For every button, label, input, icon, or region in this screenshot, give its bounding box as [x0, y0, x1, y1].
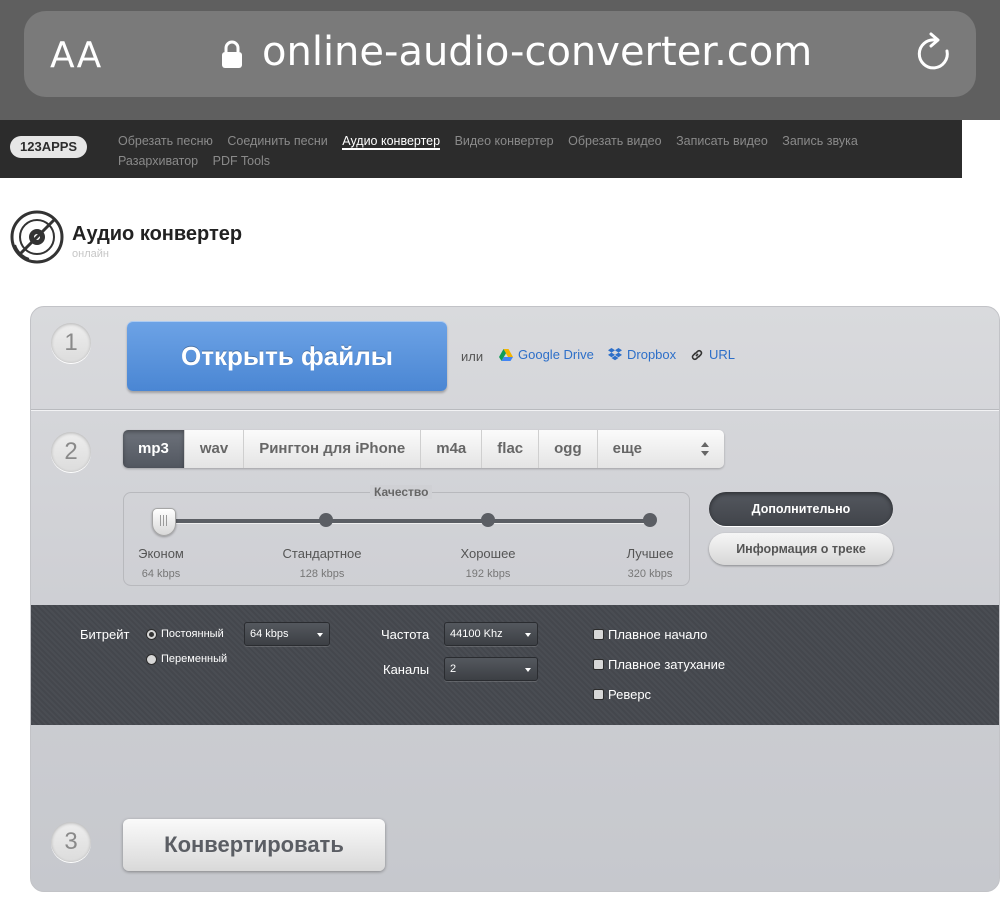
bitrate-constant-label[interactable]: Постоянный — [161, 628, 224, 640]
quality-label-standard: Стандартное — [282, 546, 362, 561]
fade-in-checkbox[interactable] — [593, 629, 604, 640]
converter-panel: 1 Открыть файлы или Google Drive Dropbox… — [30, 306, 1000, 892]
dropbox-link[interactable]: Dropbox — [608, 347, 676, 362]
step-number-3: 3 — [51, 822, 91, 862]
nav-link-video-converter[interactable]: Видео конвертер — [455, 134, 554, 148]
quality-stop-standard[interactable] — [319, 513, 333, 527]
quality-label-best: Лучшее — [626, 546, 674, 561]
chevron-down-icon — [317, 633, 323, 637]
bitrate-variable-label[interactable]: Переменный — [161, 653, 227, 665]
more-formats-label: еще — [612, 440, 642, 457]
nav-link-audio-converter[interactable]: Аудио конвертер — [342, 134, 441, 150]
page-title: Аудио конвертер — [72, 223, 243, 245]
text-size-button[interactable]: AA — [50, 35, 102, 76]
convert-button[interactable]: Конвертировать — [123, 819, 385, 871]
bitrate-select[interactable]: 64 kbps — [244, 622, 330, 646]
tab-wav[interactable]: wav — [185, 430, 245, 468]
frequency-select[interactable]: 44100 Khz — [444, 622, 538, 646]
nav-link-trim-video[interactable]: Обрезать видео — [568, 134, 661, 148]
quality-label-good: Хорошее — [460, 546, 516, 561]
url-link[interactable]: URL — [690, 347, 735, 362]
channels-select-value: 2 — [450, 663, 457, 675]
up-down-arrows-icon — [700, 442, 709, 456]
quality-rate-economy: 64 kbps — [141, 568, 181, 580]
frequency-select-value: 44100 Khz — [450, 628, 503, 640]
chevron-down-icon — [525, 668, 531, 672]
google-drive-icon — [499, 348, 513, 361]
google-drive-link[interactable]: Google Drive — [499, 347, 594, 362]
google-drive-label: Google Drive — [518, 347, 594, 362]
more-formats-select[interactable]: еще — [598, 430, 724, 468]
tab-ogg[interactable]: ogg — [539, 430, 598, 468]
link-icon — [691, 349, 703, 360]
tab-m4a[interactable]: m4a — [421, 430, 483, 468]
quality-rate-good: 192 kbps — [465, 568, 511, 580]
nav-link-trim-song[interactable]: Обрезать песню — [118, 134, 213, 148]
tab-mp3[interactable]: mp3 — [123, 430, 185, 468]
quality-stop-good[interactable] — [481, 513, 495, 527]
channels-select[interactable]: 2 — [444, 657, 538, 681]
nav-link-unarchiver[interactable]: Разархиватор — [118, 154, 198, 168]
quality-label-economy: Эконом — [138, 546, 184, 561]
lock-icon — [222, 40, 242, 68]
section-divider — [31, 409, 999, 411]
nav-link-pdf-tools[interactable]: PDF Tools — [213, 154, 270, 168]
tab-flac[interactable]: flac — [482, 430, 540, 468]
fade-out-checkbox[interactable] — [593, 659, 604, 670]
fade-out-label[interactable]: Плавное затухание — [608, 657, 725, 672]
track-info-button[interactable]: Информация о треке — [709, 533, 893, 565]
reverse-label[interactable]: Реверс — [608, 687, 651, 702]
nav-link-record-video[interactable]: Записать видео — [676, 134, 768, 148]
quality-rate-standard: 128 kbps — [299, 568, 345, 580]
audio-disc-icon — [10, 210, 64, 264]
site-nav: 123APPS Обрезать песню Соединить песни А… — [0, 120, 962, 178]
quality-slider-track[interactable] — [164, 519, 650, 523]
advanced-settings-panel: Битрейт Постоянный Переменный 64 kbps Ча… — [31, 605, 999, 725]
brand-logo[interactable]: 123APPS — [10, 136, 88, 158]
tab-iphone-ringtone[interactable]: Рингтон для iPhone — [244, 430, 422, 468]
nav-links: Обрезать песню Соединить песни Аудио кон… — [118, 131, 948, 171]
advanced-settings-button[interactable]: Дополнительно — [709, 492, 893, 526]
quality-legend: Качество — [370, 485, 433, 499]
open-files-button[interactable]: Открыть файлы — [127, 321, 447, 391]
bitrate-variable-radio[interactable] — [146, 654, 157, 665]
quality-selector: Качество Эконом 64 kbps Стандартное 128 … — [123, 485, 690, 586]
fade-in-label[interactable]: Плавное начало — [608, 627, 707, 642]
browser-toolbar: AA online-audio-converter.com — [0, 0, 1000, 120]
or-label: или — [461, 349, 484, 364]
step-number-2: 2 — [51, 432, 91, 472]
bitrate-select-value: 64 kbps — [250, 628, 289, 640]
chevron-down-icon — [525, 633, 531, 637]
bitrate-label: Битрейт — [80, 627, 130, 642]
quality-slider-handle[interactable] — [152, 508, 176, 536]
url-text[interactable]: online-audio-converter.com — [262, 29, 812, 75]
reload-icon[interactable] — [914, 31, 956, 77]
dropbox-icon — [608, 348, 622, 361]
nav-link-record-audio[interactable]: Запись звука — [782, 134, 858, 148]
quality-stop-best[interactable] — [643, 513, 657, 527]
step-number-1: 1 — [51, 323, 91, 363]
bitrate-constant-radio[interactable] — [146, 629, 157, 640]
address-bar[interactable]: AA online-audio-converter.com — [24, 11, 976, 97]
channels-label: Каналы — [383, 662, 430, 677]
page-subtitle: онлайн — [72, 248, 109, 260]
nav-link-join-songs[interactable]: Соединить песни — [227, 134, 327, 148]
reverse-checkbox[interactable] — [593, 689, 604, 700]
frequency-label: Частота — [381, 627, 430, 642]
dropbox-label: Dropbox — [627, 347, 677, 362]
url-label: URL — [709, 347, 736, 362]
format-tabs: mp3 wav Рингтон для iPhone m4a flac ogg … — [123, 430, 724, 468]
quality-rate-best: 320 kbps — [627, 568, 673, 580]
